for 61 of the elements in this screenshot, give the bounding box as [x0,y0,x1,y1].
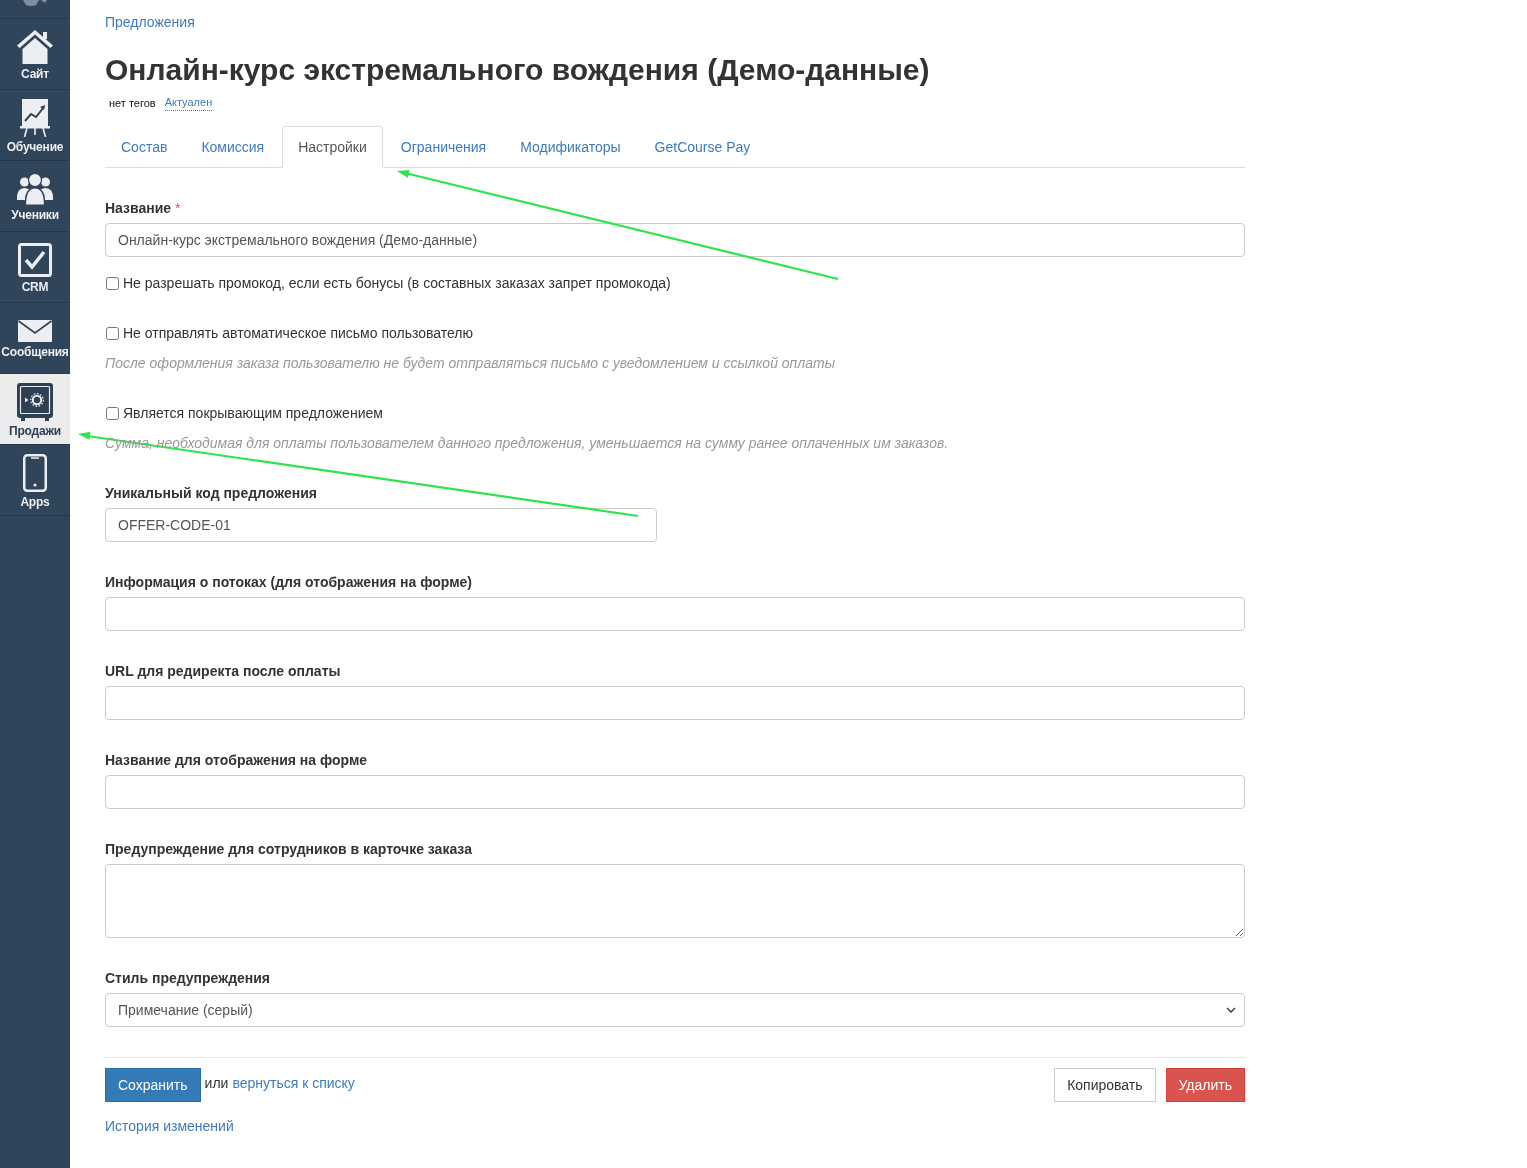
checkbox[interactable] [106,326,119,340]
page-title: Онлайн-курс экстремального вождения (Демо-данные) [105,52,930,88]
sidebar-item[interactable]: Сайт [0,19,70,90]
field-label: Название для отображения на форме [105,751,368,770]
tab[interactable]: Комиссия [185,126,281,168]
sidebar-item[interactable]: Обучение [0,90,70,161]
field-label: Стиль предупреждения [105,969,271,988]
field-label: Уникальный код предложения [105,484,317,503]
field-label: URL для редиректа после оплаты [105,662,341,681]
checkbox[interactable] [106,406,119,420]
select-field[interactable]: Примечание (серый) [105,993,1245,1027]
delete-button[interactable]: Удалить [1165,1068,1245,1102]
checkbox-label[interactable]: Является покрывающим предложением [123,403,383,423]
required-mark: * [175,199,181,218]
save-button[interactable]: Сохранить [105,1068,201,1102]
sidebar-item[interactable]: CRM [0,232,70,303]
tab[interactable]: GetCourse Pay [638,126,767,168]
tab[interactable]: Модификаторы [504,126,637,168]
checkbox-label[interactable]: Не отправлять автоматическое письмо пользователю [123,323,473,343]
sidebar-label: Продажи [9,424,61,438]
input-field[interactable] [105,775,1245,809]
textarea-field[interactable] [105,864,1245,938]
people-icon [17,173,53,205]
tab[interactable]: Настройки [282,126,383,168]
sidebar-item[interactable]: Продажи [0,374,70,445]
copy-button[interactable]: Копировать [1054,1068,1156,1102]
tags-text: нет тегов [109,95,156,111]
smartphone-icon [23,454,47,492]
sidebar-label: Сайт [21,67,49,81]
cut-off-icon [23,0,47,7]
input-field[interactable] [105,686,1245,720]
help-text: После оформления заказа пользователю не будет отправляться письмо с уведомлением и ссылкой оплаты [105,354,835,373]
sidebar-label: Ученики [11,208,59,222]
sidebar-label: Обучение [6,140,64,154]
history-link[interactable]: История изменений [105,1118,234,1134]
breadcrumb-link[interactable]: Предложения [105,12,195,32]
chevron-down-icon [1226,1007,1236,1013]
sidebar-label: Сообщения [1,345,69,359]
input-field[interactable] [105,597,1245,631]
safe-icon [17,383,53,421]
input-field[interactable]: OFFER-CODE-01 [105,508,657,542]
tab[interactable]: Состав [105,126,184,168]
checkbox-label[interactable]: Не разрешать промокод, если есть бонусы (в составных заказах запрет промокода) [123,273,671,293]
checkbox-tick-icon [18,243,52,277]
field-label: Информация о потоках (для отображения на форме) [105,573,472,592]
input-field[interactable]: Онлайн-курс экстремального вождения (Демо-данные) [105,223,1245,257]
envelope-icon [18,320,52,342]
sidebar-item[interactable]: Сообщения [0,303,70,374]
field-label: Предупреждение для сотрудников в карточке заказа [105,840,472,859]
or-text: или [204,1075,229,1091]
tab[interactable]: Ограничения [384,126,503,168]
chart-board-icon [20,99,50,137]
checkbox[interactable] [106,276,119,290]
back-link[interactable]: вернуться к списку [232,1075,355,1091]
sidebar-item[interactable]: Ученики [0,161,70,232]
house-icon [17,30,53,64]
field-label: Название [105,199,172,218]
sidebar-item[interactable]: Apps [0,445,70,516]
sidebar-label: CRM [21,280,49,294]
sidebar-label: Apps [20,495,50,509]
status-link[interactable]: Актуален [164,94,213,111]
